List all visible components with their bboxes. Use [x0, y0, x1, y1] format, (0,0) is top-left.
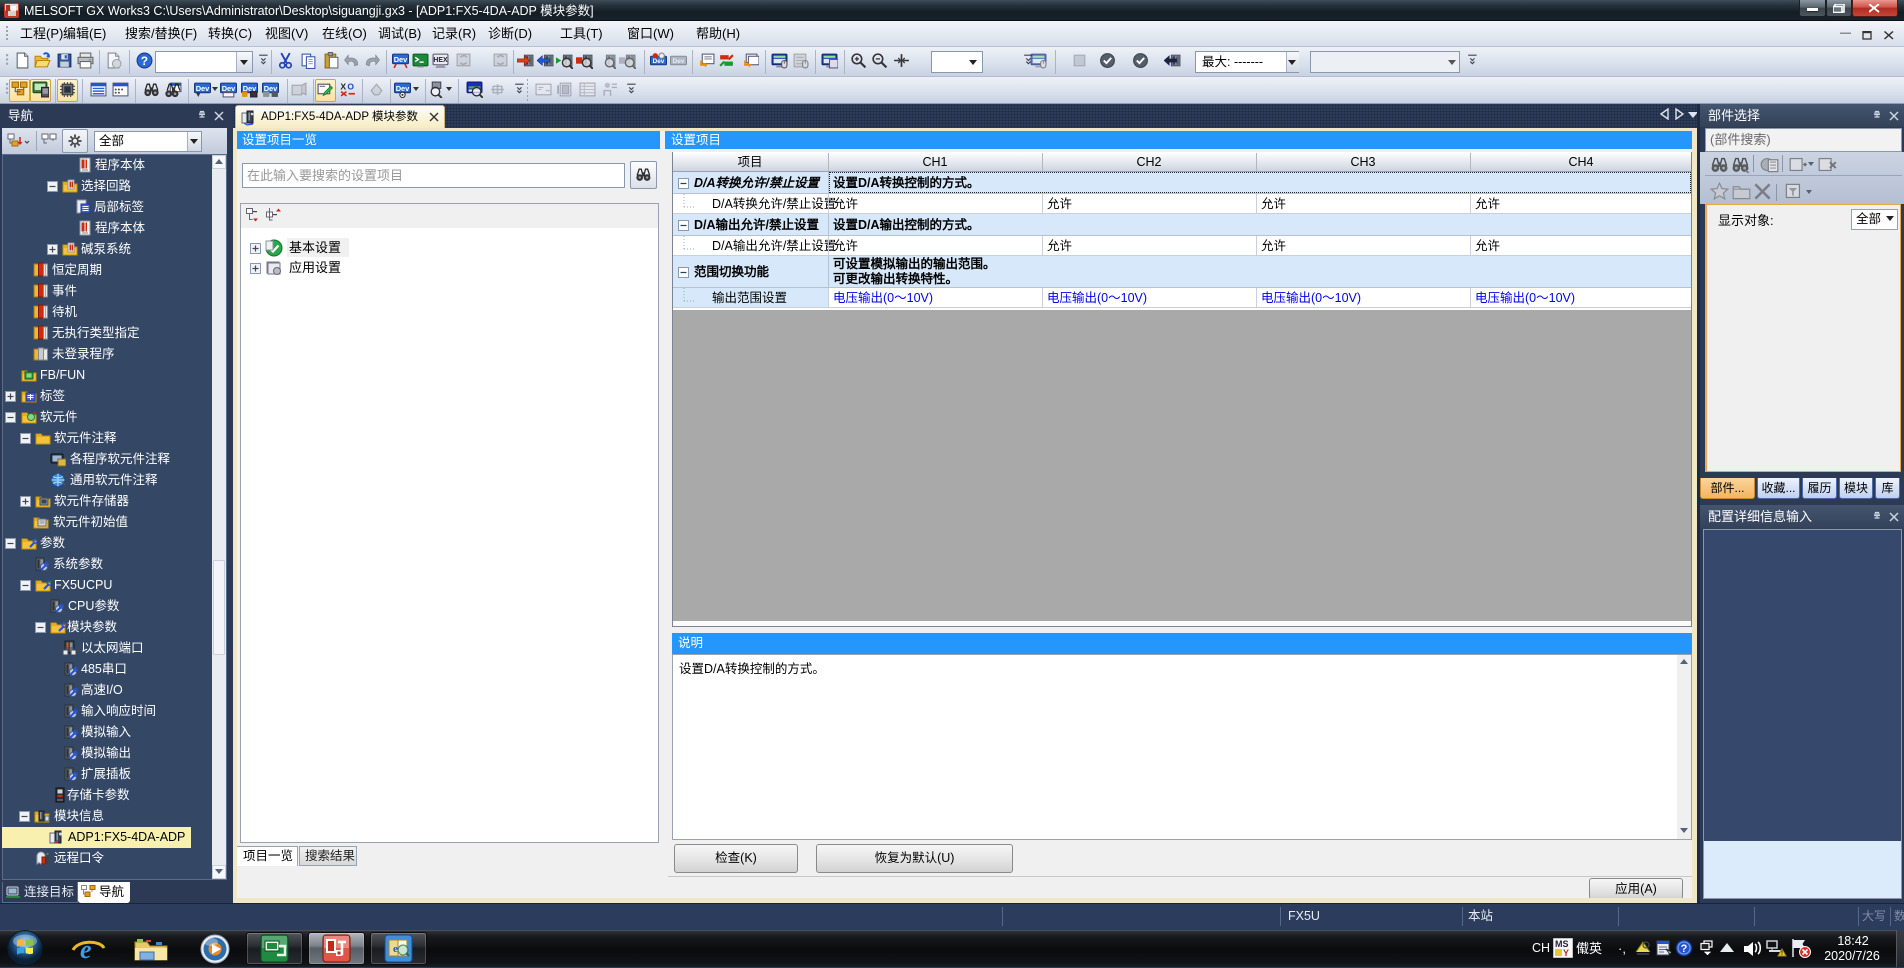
svg-text:e: e: [393, 943, 398, 955]
svg-text:e: e: [80, 936, 92, 962]
svg-text:X: X: [340, 82, 346, 92]
svg-text:Dev: Dev: [394, 55, 408, 64]
svg-text:?: ?: [1681, 943, 1688, 955]
svg-text:Dev: Dev: [653, 58, 665, 65]
svg-text:Y: Y: [1563, 948, 1569, 958]
svg-text:HEX: HEX: [433, 57, 448, 64]
svg-text:Dev: Dev: [673, 58, 685, 65]
svg-text:Dev: Dev: [222, 84, 236, 93]
svg-text:Dev: Dev: [196, 84, 210, 93]
svg-text:!: !: [1781, 950, 1783, 957]
svg-text:?: ?: [141, 55, 148, 68]
svg-text:O: O: [347, 82, 354, 92]
